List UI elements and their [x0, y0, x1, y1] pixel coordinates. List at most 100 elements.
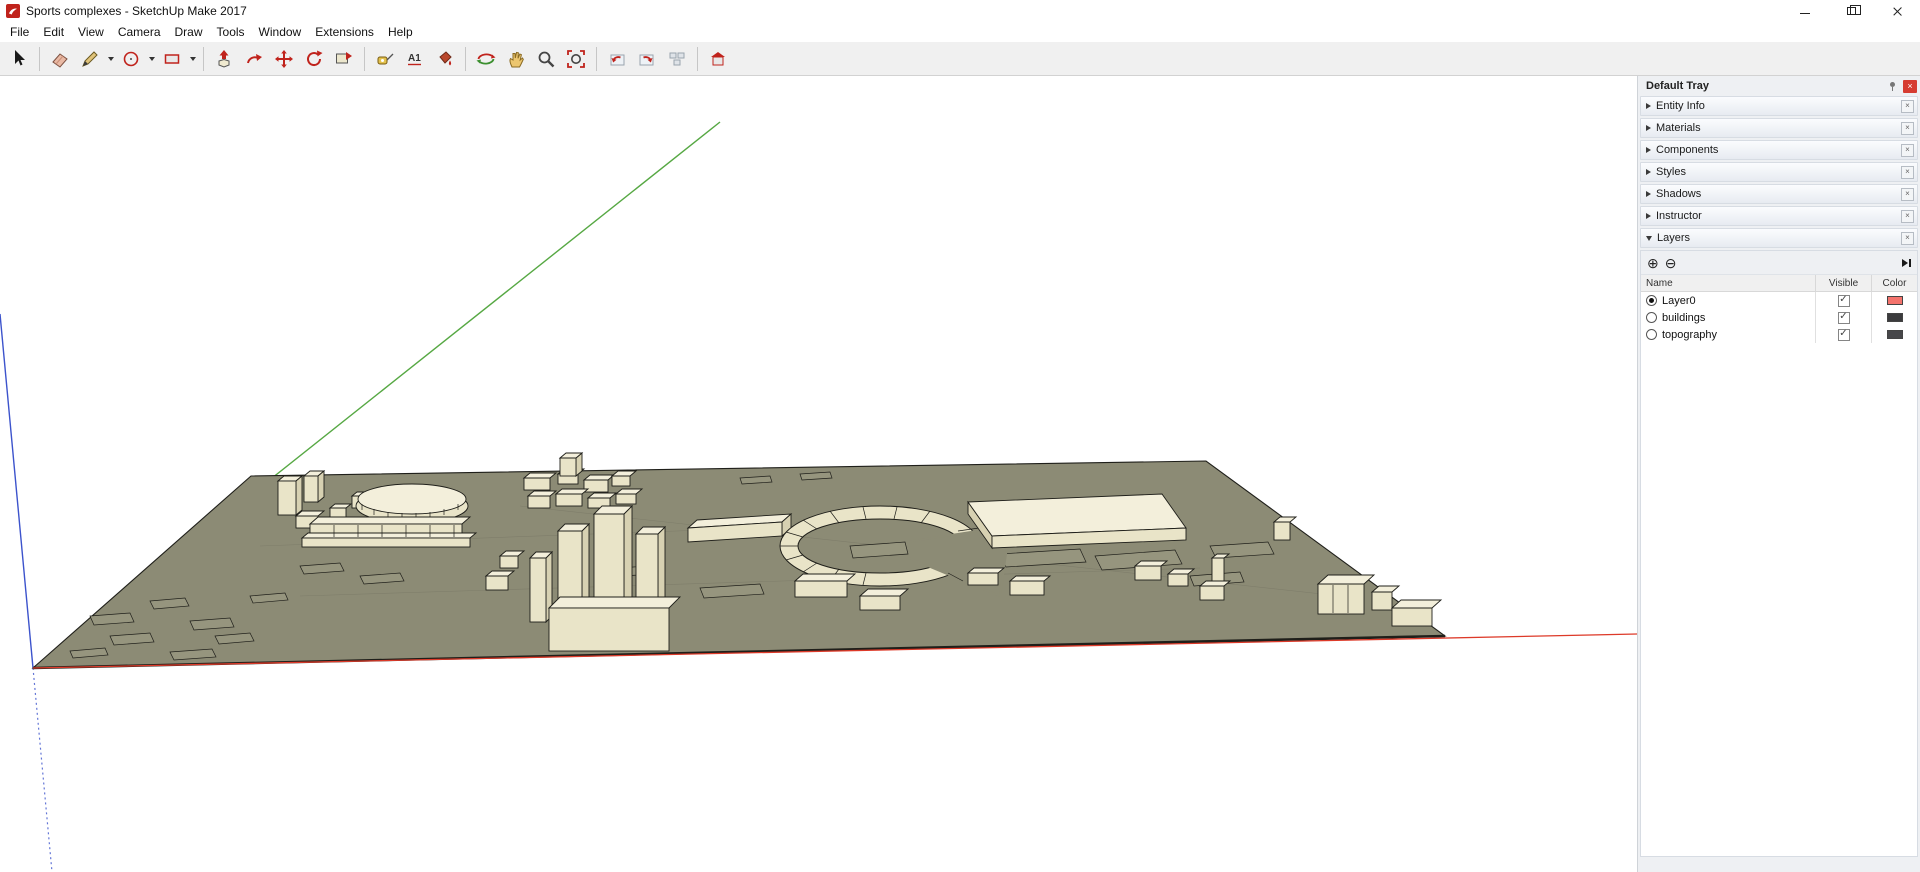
rotate-icon — [307, 50, 323, 66]
pan-hand-icon — [509, 51, 524, 67]
layer-row-layer0[interactable]: Layer0 ✓ — [1641, 292, 1917, 309]
close-button[interactable] — [1874, 0, 1920, 22]
layer-row-buildings[interactable]: buildings ✓ — [1641, 309, 1917, 326]
follow-me-tool-button[interactable] — [240, 45, 268, 73]
line-tool-button[interactable] — [76, 45, 104, 73]
section-close-button[interactable]: × — [1901, 121, 1914, 135]
eraser-tool-button[interactable] — [46, 45, 74, 73]
section-shadows[interactable]: Shadows × — [1640, 184, 1918, 204]
rectangle-tool-dropdown[interactable] — [187, 45, 198, 73]
tray-bottom-gap — [1638, 857, 1920, 872]
layer-visible-checkbox[interactable]: ✓ — [1837, 328, 1850, 341]
previous-view-button[interactable] — [603, 45, 631, 73]
zoom-extents-tool-button[interactable] — [562, 45, 590, 73]
model-scene[interactable] — [0, 76, 1637, 872]
menu-camera[interactable]: Camera — [111, 22, 168, 42]
menu-help[interactable]: Help — [381, 22, 420, 42]
tray-title: Default Tray — [1646, 80, 1709, 92]
tape-measure-tool-button[interactable] — [371, 45, 399, 73]
orbit-tool-button[interactable] — [472, 45, 500, 73]
pan-tool-button[interactable] — [502, 45, 530, 73]
zoom-tool-button[interactable] — [532, 45, 560, 73]
text-tool-button[interactable]: A1 — [401, 45, 429, 73]
text-tool-icon: A1 — [408, 53, 421, 65]
model-viewport[interactable] — [0, 76, 1637, 872]
minimize-icon — [1800, 13, 1810, 14]
chevron-right-icon — [1646, 213, 1651, 219]
menu-extensions[interactable]: Extensions — [308, 22, 381, 42]
chevron-down-icon — [1646, 235, 1652, 241]
section-close-button[interactable]: × — [1901, 143, 1914, 157]
menu-edit[interactable]: Edit — [36, 22, 71, 42]
layer-visible-checkbox[interactable]: ✓ — [1837, 311, 1850, 324]
main-area: Default Tray × Entity Info × Materials ×… — [0, 76, 1920, 872]
tray-close-button[interactable]: × — [1903, 79, 1917, 93]
layer-color-swatch[interactable] — [1886, 313, 1903, 322]
make-component-icon — [336, 51, 352, 63]
section-close-button[interactable]: × — [1901, 231, 1914, 245]
section-components[interactable]: Components × — [1640, 140, 1918, 160]
section-close-button[interactable]: × — [1901, 209, 1914, 223]
layer-current-radio[interactable] — [1646, 329, 1657, 340]
section-label: Layers — [1657, 232, 1691, 244]
layer-name: topography — [1662, 328, 1718, 341]
layer-color-swatch[interactable] — [1886, 296, 1903, 305]
shapes-tool-dropdown[interactable] — [146, 45, 157, 73]
menu-file[interactable]: File — [3, 22, 36, 42]
toolbar-separator — [39, 46, 40, 71]
menu-view[interactable]: View — [71, 22, 111, 42]
central-tall-building — [547, 504, 682, 652]
large-flat-hall — [967, 493, 1187, 550]
check-icon: ✓ — [1839, 311, 1848, 322]
make-component-button[interactable] — [330, 45, 358, 73]
menu-window[interactable]: Window — [252, 22, 309, 42]
push-pull-tool-button[interactable] — [210, 45, 238, 73]
section-styles[interactable]: Styles × — [1640, 162, 1918, 182]
layer-visible-checkbox[interactable]: ✓ — [1837, 294, 1850, 307]
menu-tools[interactable]: Tools — [210, 22, 252, 42]
column-visible: Visible — [1815, 275, 1871, 291]
layers-toolbar: ⊕ ⊖ — [1641, 251, 1917, 275]
move-tool-button[interactable] — [270, 45, 298, 73]
layer-name: buildings — [1662, 311, 1706, 324]
chevron-right-icon — [1646, 103, 1651, 109]
layer-color-swatch[interactable] — [1886, 330, 1903, 339]
toolbar-separator — [596, 46, 597, 71]
section-label: Styles — [1656, 166, 1686, 178]
pin-button[interactable] — [1887, 81, 1898, 92]
layer-row-topography[interactable]: topography ✓ — [1641, 326, 1917, 343]
section-instructor[interactable]: Instructor × — [1640, 206, 1918, 226]
paint-bucket-tool-button[interactable] — [431, 45, 459, 73]
check-icon: ✓ — [1839, 328, 1848, 339]
section-close-button[interactable]: × — [1901, 165, 1914, 179]
paint-bucket-icon — [439, 50, 452, 65]
section-entity-info[interactable]: Entity Info × — [1640, 96, 1918, 116]
layer-current-radio[interactable] — [1646, 312, 1657, 323]
section-materials[interactable]: Materials × — [1640, 118, 1918, 138]
menu-draw[interactable]: Draw — [168, 22, 210, 42]
minimize-button[interactable] — [1782, 0, 1828, 22]
select-tool-button[interactable] — [5, 45, 33, 73]
add-layer-button[interactable]: ⊕ — [1647, 256, 1659, 270]
standard-views-button[interactable] — [663, 45, 691, 73]
3d-warehouse-button[interactable] — [704, 45, 732, 73]
next-view-button[interactable] — [633, 45, 661, 73]
toolbar-separator — [697, 46, 698, 71]
layer-current-radio[interactable] — [1646, 295, 1657, 306]
layers-table-header: Name Visible Color — [1641, 275, 1917, 292]
toolbar-separator — [364, 46, 365, 71]
section-close-button[interactable]: × — [1901, 187, 1914, 201]
move-icon — [275, 49, 293, 68]
section-close-button[interactable]: × — [1901, 99, 1914, 113]
shapes-tool-button[interactable] — [117, 45, 145, 73]
previous-view-icon — [610, 54, 625, 65]
section-layers[interactable]: Layers × — [1640, 228, 1918, 248]
layer-details-button[interactable] — [1902, 258, 1911, 267]
line-tool-dropdown[interactable] — [105, 45, 116, 73]
window-controls — [1782, 0, 1920, 22]
rotate-tool-button[interactable] — [300, 45, 328, 73]
default-tray: Default Tray × Entity Info × Materials ×… — [1637, 76, 1920, 872]
restore-button[interactable] — [1828, 0, 1874, 22]
rectangle-tool-button[interactable] — [158, 45, 186, 73]
remove-layer-button[interactable]: ⊖ — [1665, 256, 1677, 270]
